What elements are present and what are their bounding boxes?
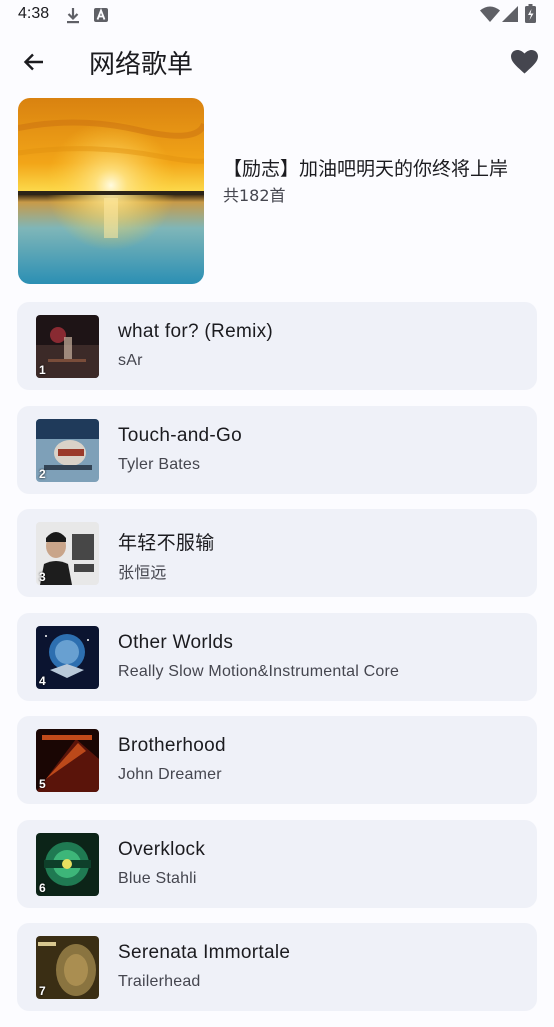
playlist-header: 【励志】加油吧明天的你终将上岸 共182首: [18, 98, 538, 284]
song-index: 7: [39, 984, 46, 998]
song-item[interactable]: 2 Touch-and-Go Tyler Bates: [17, 405, 537, 494]
album-art: 2: [36, 418, 99, 482]
album-art: 6: [36, 832, 99, 896]
song-title: what for? (Remix): [118, 321, 274, 342]
song-artist: sAr: [118, 352, 143, 369]
album-art: 3: [36, 522, 99, 585]
song-index: 6: [39, 880, 46, 895]
song-artist: 张恒远: [118, 563, 167, 582]
wifi-icon: [480, 6, 500, 27]
song-title: Other Worlds: [118, 631, 234, 653]
playlist-count: 共182首: [223, 186, 286, 205]
album-art: 5: [36, 729, 99, 792]
song-artist: Really Slow Motion&Instrumental Core: [118, 662, 400, 680]
playlist-cover-image: [18, 98, 204, 284]
song-artist: Trailerhead: [118, 973, 201, 990]
album-art: 4: [36, 625, 99, 689]
song-index: 2: [39, 466, 46, 481]
song-title: Brotherhood: [118, 735, 226, 756]
playlist-info: 【励志】加油吧明天的你终将上岸 共182首: [223, 155, 523, 207]
song-index: 3: [39, 570, 46, 584]
song-item[interactable]: 1 what for? (Remix) sAr: [17, 302, 537, 390]
song-artist: John Dreamer: [118, 766, 222, 783]
app-bar: 网络歌单: [0, 32, 554, 96]
song-list: 1 what for? (Remix) sAr 2 Touch-and-Go T…: [17, 302, 537, 1027]
song-title: Overklock: [118, 838, 206, 860]
song-item[interactable]: 6 Overklock Blue Stahli: [17, 819, 537, 908]
favorite-button[interactable]: [504, 44, 544, 84]
song-title: Serenata Immortale: [118, 942, 291, 963]
song-title: Touch-and-Go: [118, 424, 243, 446]
album-art: 1: [36, 315, 99, 378]
status-bar: 4:38: [0, 0, 554, 32]
song-artist: Tyler Bates: [118, 455, 201, 473]
arrow-left-icon: [22, 50, 46, 79]
song-index: 5: [39, 777, 46, 791]
song-artist: Blue Stahli: [118, 869, 197, 887]
song-item[interactable]: 3 年轻不服输 张恒远: [17, 509, 537, 597]
signal-icon: [502, 6, 518, 27]
song-item[interactable]: 5 Brotherhood John Dreamer: [17, 716, 537, 804]
download-icon: [66, 7, 80, 30]
album-art: 7: [36, 936, 99, 999]
back-button[interactable]: [14, 44, 54, 84]
status-time: 4:38: [18, 5, 50, 22]
heart-icon: [510, 49, 538, 79]
playlist-name: 【励志】加油吧明天的你终将上岸: [223, 158, 509, 180]
song-index: 1: [39, 363, 46, 377]
song-title: 年轻不服输: [118, 532, 215, 554]
page-title: 网络歌单: [89, 49, 194, 79]
song-index: 4: [39, 673, 46, 688]
a-icon: [94, 7, 108, 28]
song-item[interactable]: 7 Serenata Immortale Trailerhead: [17, 923, 537, 1011]
battery-icon: [525, 4, 536, 28]
song-item[interactable]: 4 Other Worlds Really Slow Motion&Instru…: [17, 612, 537, 701]
